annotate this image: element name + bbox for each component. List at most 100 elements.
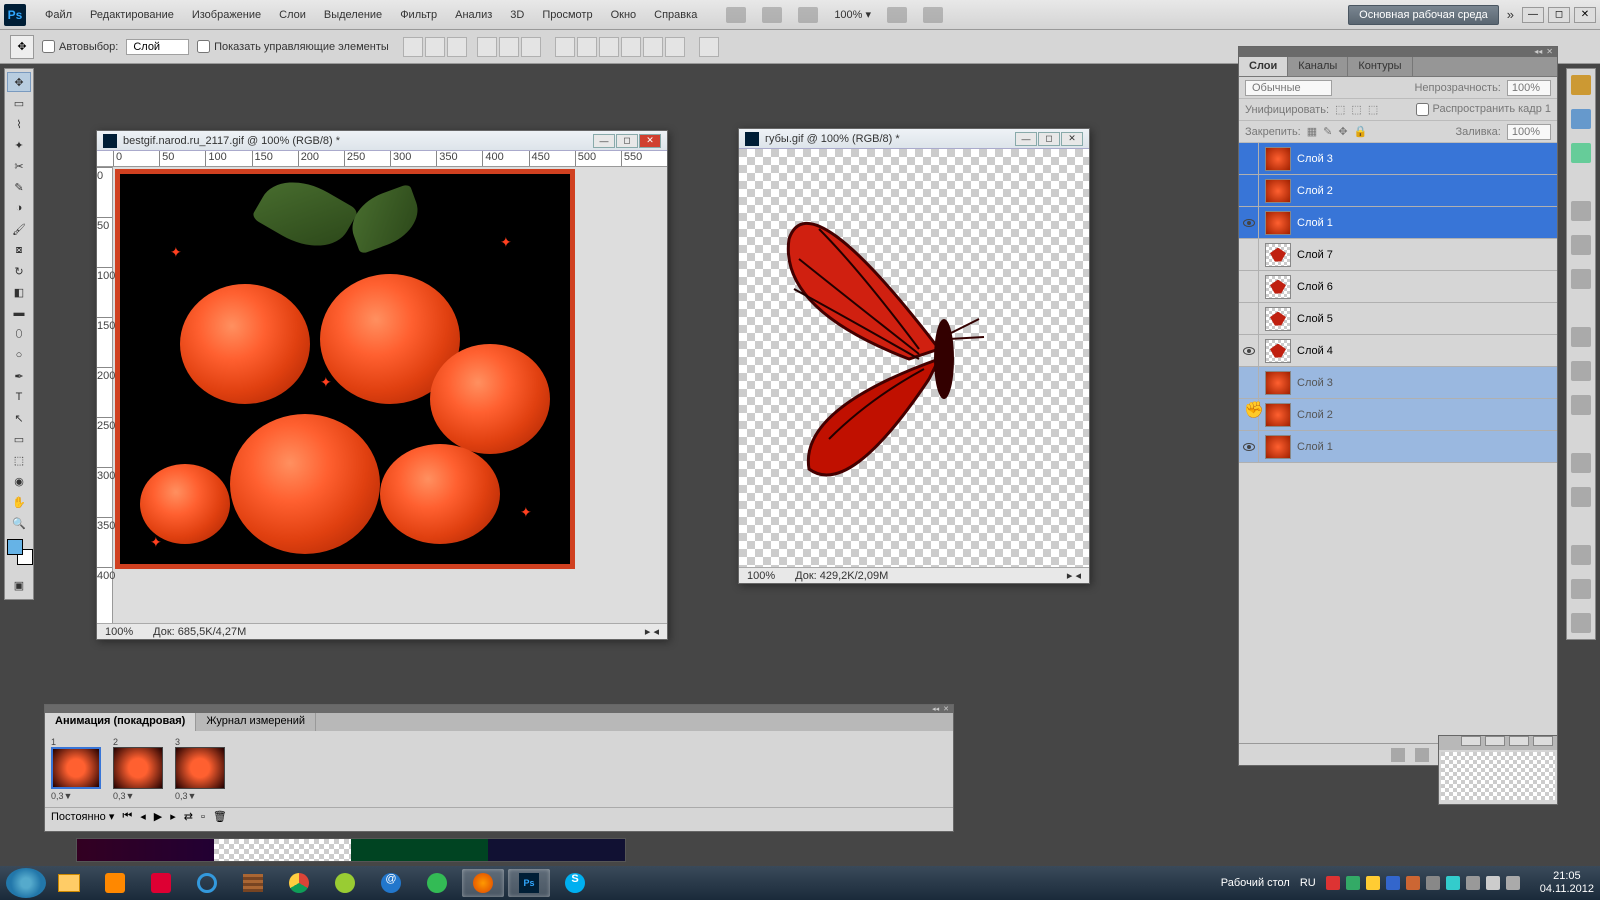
layer-thumbnail[interactable]	[1265, 339, 1291, 363]
hand-tool[interactable]: ✋	[7, 492, 31, 512]
close-button[interactable]: ✕	[1574, 7, 1596, 23]
marquee-tool[interactable]: ▭	[7, 93, 31, 113]
panel-icon[interactable]	[1571, 395, 1591, 415]
panel-icon[interactable]	[1571, 579, 1591, 599]
layer-name[interactable]: Слой 3	[1297, 377, 1333, 389]
visibility-toggle[interactable]	[1239, 367, 1259, 398]
document-titlebar[interactable]: губы.gif @ 100% (RGB/8) * — ◻ ✕	[739, 129, 1089, 149]
tray-icon[interactable]	[1466, 876, 1480, 890]
app-icon[interactable]	[324, 869, 366, 897]
panel-tab[interactable]: Контуры	[1348, 57, 1412, 76]
layer-thumbnail[interactable]	[1265, 243, 1291, 267]
layer-row[interactable]: Слой 2	[1239, 175, 1557, 207]
firefox-icon[interactable]	[462, 869, 504, 897]
frame-delay[interactable]: 0,3▼	[113, 791, 167, 801]
tray-icon[interactable]	[1486, 876, 1500, 890]
lasso-tool[interactable]: ⌇	[7, 114, 31, 134]
auto-align-icon[interactable]	[699, 37, 719, 57]
layer-name[interactable]: Слой 6	[1297, 281, 1333, 293]
toolbar-icon[interactable]	[762, 7, 782, 23]
zoom-dropdown[interactable]: 100% ▾	[834, 8, 871, 21]
expand-icon[interactable]: »	[1507, 7, 1514, 22]
lock-icon[interactable]: ▦	[1307, 125, 1317, 138]
layer-thumbnail[interactable]	[1265, 435, 1291, 459]
align-icon[interactable]	[403, 37, 423, 57]
layer-name[interactable]: Слой 2	[1297, 185, 1333, 197]
winrar-icon[interactable]	[232, 869, 274, 897]
menu-item[interactable]: Анализ	[446, 5, 501, 25]
ruler-horizontal[interactable]: 050100150200250300350400450500550	[97, 151, 667, 167]
distribute-icon[interactable]	[577, 37, 597, 57]
chrome-icon[interactable]	[278, 869, 320, 897]
layer-name[interactable]: Слой 3	[1297, 153, 1333, 165]
animation-tab[interactable]: Анимация (покадровая)	[45, 713, 196, 731]
layer-thumbnail[interactable]	[1265, 371, 1291, 395]
ie-icon[interactable]	[186, 869, 228, 897]
animation-frame[interactable]: 10,3▼	[51, 737, 105, 801]
dodge-tool[interactable]: ○	[7, 345, 31, 365]
layer-row[interactable]: Слой 5	[1239, 303, 1557, 335]
media-player-icon[interactable]	[94, 869, 136, 897]
skype-icon[interactable]: S	[554, 869, 596, 897]
layer-name[interactable]: Слой 4	[1297, 345, 1333, 357]
panel-icon[interactable]	[1571, 453, 1591, 473]
tray-icon[interactable]	[1446, 876, 1460, 890]
menu-item[interactable]: Файл	[36, 5, 81, 25]
3d-camera-tool[interactable]: ◉	[7, 471, 31, 491]
blur-tool[interactable]: ⬯	[7, 324, 31, 344]
panel-icon[interactable]	[1571, 269, 1591, 289]
type-tool[interactable]: T	[7, 387, 31, 407]
tray-icon[interactable]	[1386, 876, 1400, 890]
menu-item[interactable]: Слои	[270, 5, 315, 25]
panel-icon[interactable]	[1571, 143, 1591, 163]
show-controls-checkbox[interactable]: Показать управляющие элементы	[197, 40, 389, 53]
healing-tool[interactable]: ◑	[7, 198, 31, 218]
layer-row[interactable]: Слой 3	[1239, 367, 1557, 399]
panel-icon[interactable]	[1571, 109, 1591, 129]
ruler-vertical[interactable]: 050100150200250300350400	[97, 167, 113, 623]
panel-icon[interactable]	[1571, 201, 1591, 221]
explorer-icon[interactable]	[48, 869, 90, 897]
close-button[interactable]: ✕	[1061, 132, 1083, 146]
menu-item[interactable]: Фильтр	[391, 5, 446, 25]
menu-item[interactable]: Выделение	[315, 5, 391, 25]
color-swatches[interactable]	[7, 539, 33, 565]
layer-thumbnail[interactable]	[1265, 403, 1291, 427]
nav-btn[interactable]	[1533, 736, 1553, 746]
layer-row[interactable]: Слой 1	[1239, 431, 1557, 463]
eyedropper-tool[interactable]: ✎	[7, 177, 31, 197]
tray-icon[interactable]	[1406, 876, 1420, 890]
layer-row[interactable]: Слой 6	[1239, 271, 1557, 303]
panel-icon[interactable]	[1571, 361, 1591, 381]
distribute-icon[interactable]	[621, 37, 641, 57]
panel-icon[interactable]	[1571, 487, 1591, 507]
panel-icon[interactable]	[1571, 327, 1591, 347]
3d-tool[interactable]: ⬚	[7, 450, 31, 470]
tray-icon[interactable]	[1426, 876, 1440, 890]
toolbar-icon[interactable]	[798, 7, 818, 23]
close-button[interactable]: ✕	[639, 134, 661, 148]
distribute-icon[interactable]	[665, 37, 685, 57]
nav-btn[interactable]	[1485, 736, 1505, 746]
layer-name[interactable]: Слой 5	[1297, 313, 1333, 325]
start-button[interactable]	[6, 868, 46, 898]
fill-input[interactable]: 100%	[1507, 124, 1551, 140]
unify-icon[interactable]: ⬚	[1335, 103, 1345, 116]
distribute-icon[interactable]	[555, 37, 575, 57]
crop-tool[interactable]: ✂	[7, 156, 31, 176]
layer-thumbnail[interactable]	[1265, 307, 1291, 331]
toolbar-icon[interactable]	[726, 7, 746, 23]
document-titlebar[interactable]: bestgif.narod.ru_2117.gif @ 100% (RGB/8)…	[97, 131, 667, 151]
visibility-toggle[interactable]	[1239, 271, 1259, 302]
loop-dropdown[interactable]: Постоянно ▾	[51, 810, 114, 823]
layer-name[interactable]: Слой 1	[1297, 217, 1333, 229]
panel-tab[interactable]: Каналы	[1288, 57, 1348, 76]
move-tool[interactable]: ✥	[7, 72, 31, 92]
workspace-button[interactable]: Основная рабочая среда	[1348, 5, 1499, 25]
panel-icon[interactable]	[1571, 545, 1591, 565]
shape-tool[interactable]: ▭	[7, 429, 31, 449]
panel-icon[interactable]	[1571, 613, 1591, 633]
maximize-button[interactable]: ◻	[1548, 7, 1570, 23]
layer-name[interactable]: Слой 2	[1297, 409, 1333, 421]
menu-item[interactable]: Изображение	[183, 5, 270, 25]
